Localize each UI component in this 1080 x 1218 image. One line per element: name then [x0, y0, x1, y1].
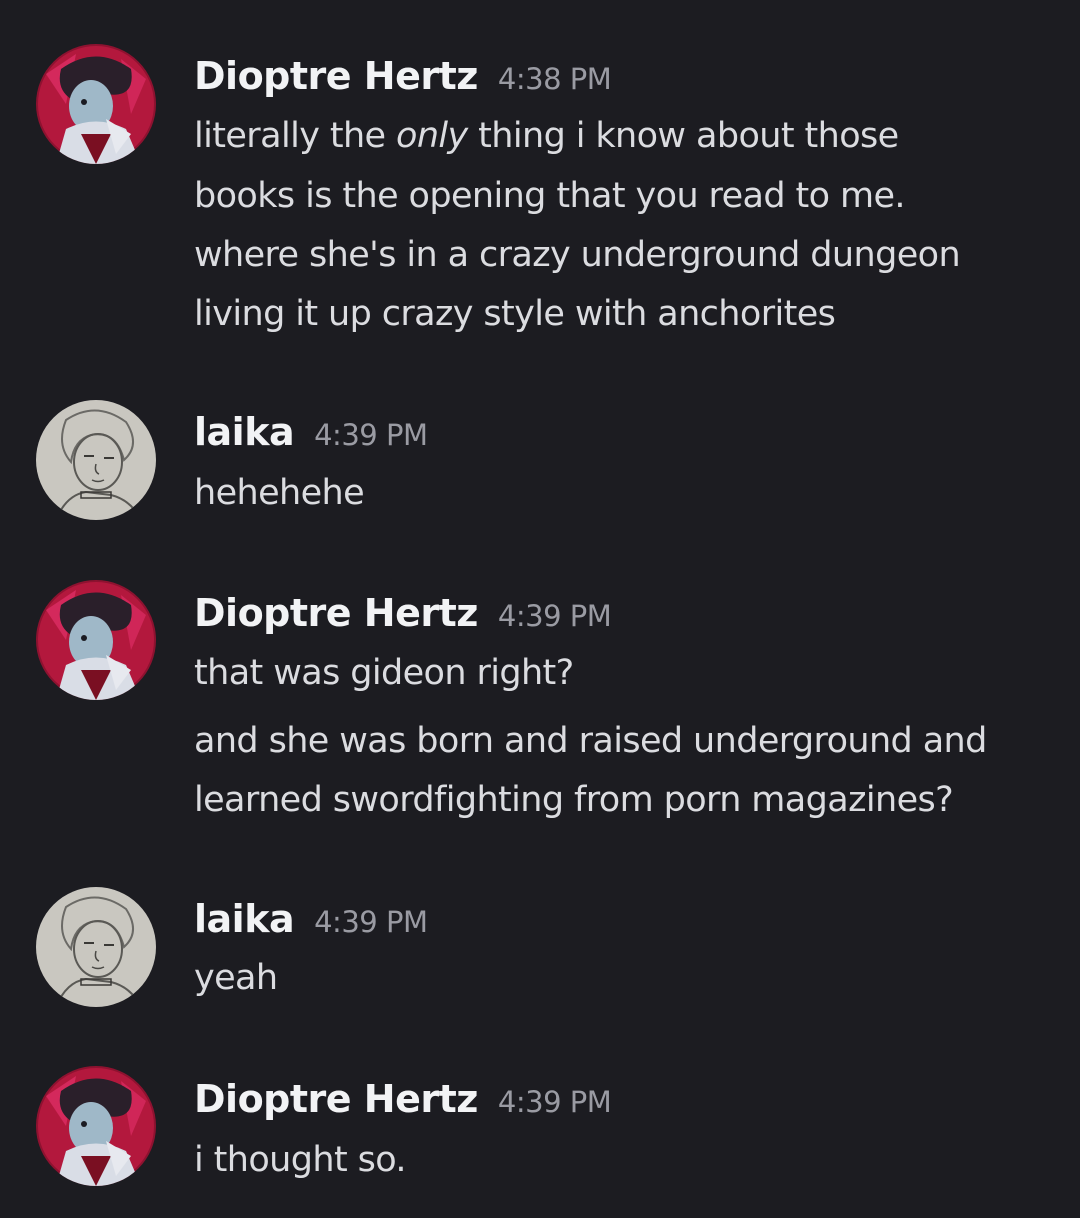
message-line: where she's in a crazy underground dunge… [194, 235, 961, 275]
timestamp: 4:39 PM [314, 418, 428, 452]
avatar-dioptre[interactable] [36, 1066, 156, 1186]
message-line: living it up crazy style with anchorites [194, 294, 836, 334]
message-line: i thought so. [194, 1140, 407, 1180]
avatar-dioptre[interactable] [36, 44, 156, 164]
avatar-laika[interactable] [36, 887, 156, 1007]
message-line: yeah [194, 958, 278, 998]
timestamp: 4:38 PM [497, 62, 612, 96]
username[interactable]: Dioptre Hertz [194, 591, 478, 635]
username[interactable]: Dioptre Hertz [194, 1077, 478, 1121]
avatar-dioptre[interactable] [36, 580, 156, 700]
username[interactable]: Dioptre Hertz [194, 54, 478, 98]
message-line: and she was born and raised underground … [194, 721, 987, 761]
message-line: literally the only thing i know about th… [194, 116, 899, 156]
emphasis: only [396, 116, 468, 156]
username[interactable]: laika [194, 410, 295, 454]
timestamp: 4:39 PM [314, 905, 428, 939]
message-line: books is the opening that you read to me… [194, 176, 906, 216]
username[interactable]: laika [194, 897, 295, 941]
timestamp: 4:39 PM [497, 599, 612, 633]
message-line: hehehehe [194, 473, 365, 513]
avatar-laika[interactable] [36, 400, 156, 520]
message-line: learned swordfighting from porn magazine… [194, 780, 954, 820]
timestamp: 4:39 PM [497, 1085, 612, 1119]
message-line: that was gideon right? [194, 653, 574, 693]
